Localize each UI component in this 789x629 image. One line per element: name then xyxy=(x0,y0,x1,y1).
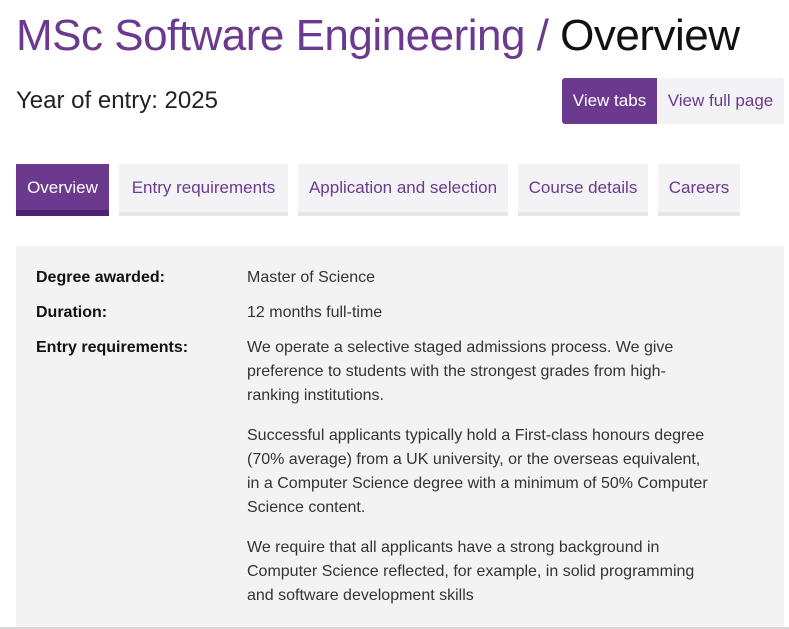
course-title: MSc Software Engineering xyxy=(16,11,525,60)
title-separator: / xyxy=(536,11,549,60)
year-of-entry: Year of entry: 2025 xyxy=(16,87,218,114)
entry-paragraph: We operate a selective staged admissions… xyxy=(247,339,674,404)
page-title: MSc Software Engineering / Overview xyxy=(16,10,740,62)
tab-application-and-selection[interactable]: Application and selection xyxy=(298,164,508,216)
tab-course-details[interactable]: Course details xyxy=(518,164,648,216)
view-tabs-button[interactable]: View tabs xyxy=(562,78,657,124)
view-full-page-button[interactable]: View full page xyxy=(657,78,784,124)
duration-value: 12 months full-time xyxy=(247,304,383,321)
overview-panel: Degree awarded: Master of Science Durati… xyxy=(16,246,784,629)
view-toggle: View tabs View full page xyxy=(562,78,784,124)
entry-paragraph: We require that all applicants have a st… xyxy=(247,539,695,604)
tab-overview[interactable]: Overview xyxy=(16,164,109,216)
entry-requirements-text: We operate a selective staged admissions… xyxy=(247,336,717,624)
degree-value: Master of Science xyxy=(247,269,376,286)
entry-paragraph: Successful applicants typically hold a F… xyxy=(247,427,708,516)
duration-label: Duration: xyxy=(36,304,108,321)
tab-careers[interactable]: Careers xyxy=(658,164,740,216)
section-title: Overview xyxy=(560,11,740,60)
tab-entry-requirements[interactable]: Entry requirements xyxy=(119,164,288,216)
degree-label: Degree awarded: xyxy=(36,269,165,286)
entry-requirements-label: Entry requirements: xyxy=(36,339,189,356)
